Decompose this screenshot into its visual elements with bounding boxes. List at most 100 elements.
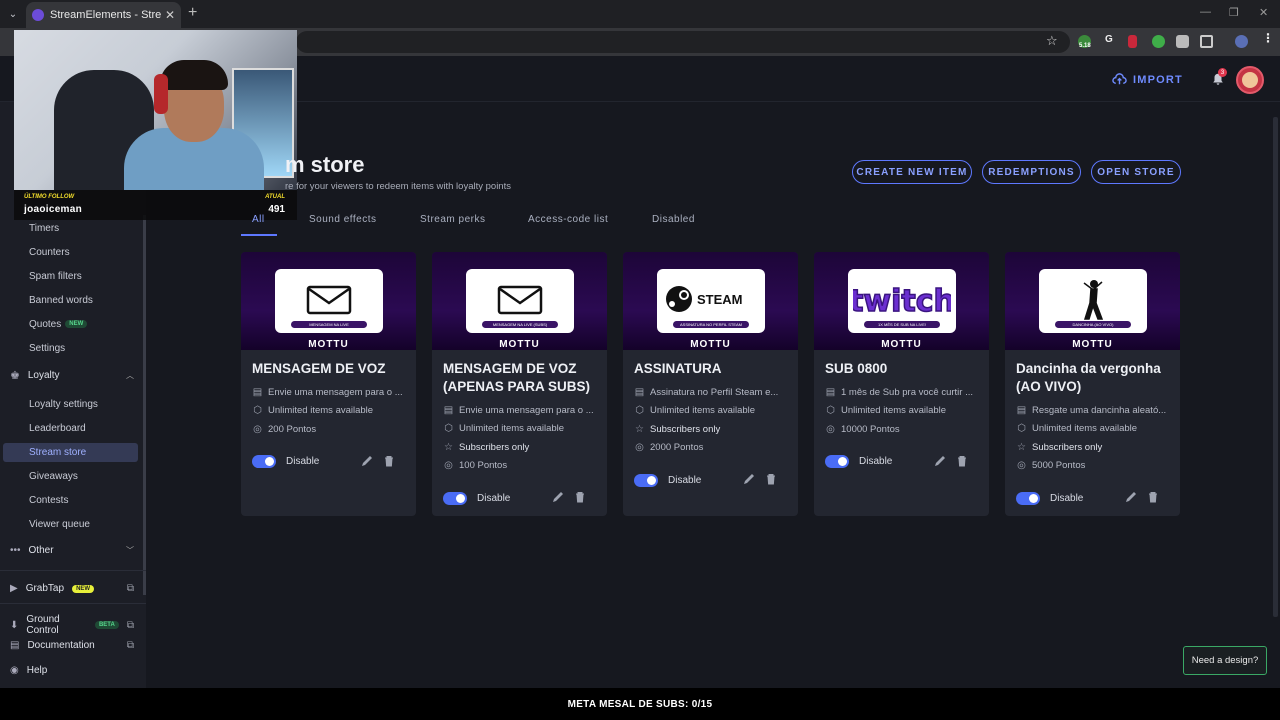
availability-text: Unlimited items available (459, 423, 565, 435)
card-cost: ◎ 2000 Pontos (634, 439, 787, 458)
card-brand: MOTTU (690, 339, 731, 350)
box-icon: ⬡ (635, 405, 644, 417)
cloud-upload-icon (1112, 73, 1127, 85)
help-icon: ◉ (10, 665, 19, 676)
star-icon: ☆ (635, 423, 644, 435)
extensions-puzzle-icon[interactable] (1200, 35, 1213, 48)
twitch-logo-icon: twitch (853, 283, 951, 320)
subs-only-text: Subscribers only (650, 423, 721, 435)
sidebar-item-viewer-queue[interactable]: Viewer queue (29, 519, 90, 530)
address-bar[interactable] (296, 31, 1070, 53)
delete-trash-icon[interactable] (1147, 491, 1159, 503)
sidebar-item-grabtap[interactable]: ▶ GrabTap NEW ⧉ (10, 583, 134, 594)
create-new-item-button[interactable]: CREATE NEW ITEM (852, 160, 972, 184)
user-avatar[interactable] (1236, 66, 1264, 94)
enable-toggle[interactable] (1016, 491, 1040, 505)
card-cost: ◎ 10000 Pontos (825, 420, 978, 439)
card-image: DANCINHA (AO VIVO) MOTTU (1005, 252, 1180, 350)
browser-tab[interactable]: StreamElements - Stream store ✕ (26, 2, 181, 28)
more-dots-icon: ••• (10, 545, 21, 556)
window-close-icon[interactable]: ✕ (1259, 6, 1268, 19)
camera-extension-icon[interactable] (1176, 35, 1189, 48)
store-item-card[interactable]: MENSAGEM NA LIVE (SUBS) MOTTU MENSAGEM D… (432, 252, 607, 516)
extension-red-icon[interactable] (1128, 35, 1137, 48)
sidebar-item-counters[interactable]: Counters (29, 247, 70, 258)
enable-toggle[interactable] (634, 473, 658, 487)
delete-trash-icon[interactable] (765, 473, 777, 485)
edit-pencil-icon[interactable] (1125, 491, 1137, 503)
card-availability: ⬡ Unlimited items available (443, 420, 596, 439)
browser-menu-icon[interactable]: ⋮ (1262, 31, 1274, 45)
card-image-caption: DANCINHA (AO VIVO) (1055, 321, 1131, 328)
redemptions-button[interactable]: REDEMPTIONS (982, 160, 1081, 184)
edit-pencil-icon[interactable] (934, 455, 946, 467)
maximize-icon[interactable]: ❐ (1229, 6, 1239, 19)
main-scrollbar[interactable] (1273, 117, 1278, 617)
tab-sound-effects[interactable]: Sound effects (309, 214, 376, 225)
card-image-frame: MENSAGEM NA LIVE (275, 269, 383, 333)
sidebar-item-settings[interactable]: Settings (29, 343, 65, 354)
bookmark-star-icon[interactable]: ☆ (1046, 33, 1058, 49)
sidebar-item-contests[interactable]: Contests (29, 495, 68, 506)
sidebar-item-help[interactable]: ◉ Help (10, 665, 134, 676)
delete-trash-icon[interactable] (574, 491, 586, 503)
enable-toggle[interactable] (252, 455, 276, 468)
coin-icon: ◎ (826, 423, 835, 435)
sub-goal-text: META MESAL DE SUBS: 0/15 (567, 698, 713, 710)
sidebar-item-timers[interactable]: Timers (29, 223, 59, 234)
description-text: Envie uma mensagem para o ... (268, 386, 403, 398)
edit-pencil-icon[interactable] (361, 455, 373, 467)
tab-disabled[interactable]: Disabled (652, 214, 695, 225)
last-follow-label: ÚLTIMO FOLLOW (24, 194, 75, 200)
card-image: MENSAGEM NA LIVE (SUBS) MOTTU (432, 252, 607, 350)
ground-control-icon: ⬇ (10, 619, 19, 631)
webcam-overlay (14, 30, 297, 190)
sidebar-section-other[interactable]: ••• Other ﹀ (10, 545, 134, 556)
import-button[interactable]: IMPORT (1112, 72, 1183, 87)
chevron-down-icon: ﹀ (126, 546, 134, 555)
sidebar-item-stream-store[interactable]: Stream store (3, 443, 138, 462)
edit-pencil-icon[interactable] (552, 491, 564, 503)
store-item-card[interactable]: DANCINHA (AO VIVO) MOTTU Dancinha da ver… (1005, 252, 1180, 516)
tab-access-code-list[interactable]: Access-code list (528, 214, 608, 225)
card-image: twitch 1X MÊS DE SUB NA LIVE! MOTTU (814, 252, 989, 350)
sidebar-item-loyalty-settings[interactable]: Loyalty settings (29, 399, 98, 410)
new-tab-icon[interactable]: + (188, 4, 197, 22)
card-availability: ⬡ Unlimited items available (634, 402, 787, 421)
card-brand: MOTTU (308, 339, 349, 350)
sidebar-section-loyalty[interactable]: ♚ Loyalty ︿ (10, 369, 134, 382)
sidebar-item-spam-filters[interactable]: Spam filters (29, 271, 82, 282)
sidebar-scrollbar[interactable] (143, 215, 146, 595)
sidebar-item-quotes[interactable]: Quotes NEW (29, 319, 88, 330)
tab-all[interactable]: All (252, 214, 265, 225)
store-item-card[interactable]: MENSAGEM NA LIVE MOTTU MENSAGEM DE VOZ ▤… (241, 252, 416, 516)
card-subs-only: ☆ Subscribers only (443, 438, 596, 457)
delete-trash-icon[interactable] (956, 455, 968, 467)
profile-avatar-icon[interactable] (1235, 35, 1248, 48)
open-store-button[interactable]: OPEN STORE (1091, 160, 1181, 184)
sidebar-item-banned-words[interactable]: Banned words (29, 295, 93, 306)
tab-close-icon[interactable]: ✕ (165, 8, 175, 22)
store-item-card[interactable]: STEAM ASSINATURA NO PERFIL STEAM MOTTU A… (623, 252, 798, 516)
sidebar-item-leaderboard[interactable]: Leaderboard (29, 423, 86, 434)
delete-trash-icon[interactable] (383, 455, 395, 467)
cost-text: 5000 Pontos (1032, 460, 1086, 472)
envelope-icon (497, 285, 543, 315)
sidebar-item-documentation[interactable]: ▤ Documentation ⧉ (10, 640, 134, 651)
sidebar-item-giveaways[interactable]: Giveaways (29, 471, 78, 482)
store-item-card[interactable]: twitch 1X MÊS DE SUB NA LIVE! MOTTU SUB … (814, 252, 989, 516)
need-a-design-button[interactable]: Need a design? (1183, 646, 1267, 675)
edit-pencil-icon[interactable] (743, 473, 755, 485)
grammarly-g-icon[interactable]: G (1105, 34, 1113, 45)
card-image-caption: ASSINATURA NO PERFIL STEAM (673, 321, 749, 328)
tab-stream-perks[interactable]: Stream perks (420, 214, 485, 225)
enable-toggle[interactable] (825, 455, 849, 468)
minimize-icon[interactable]: — (1200, 6, 1211, 18)
enable-toggle[interactable] (443, 491, 467, 505)
extension-circle-icon[interactable] (1152, 35, 1165, 48)
sidebar-divider (0, 570, 146, 571)
tab-search-chevron-icon[interactable]: ⌄ (4, 5, 22, 23)
sidebar-item-ground-control[interactable]: ⬇ Ground Control BETA ⧉ (10, 614, 134, 636)
card-title: Dancinha da vergonha (AO VIVO) (1016, 361, 1161, 394)
card-description: ▤ 1 mês de Sub pra você curtir ... (825, 383, 978, 402)
